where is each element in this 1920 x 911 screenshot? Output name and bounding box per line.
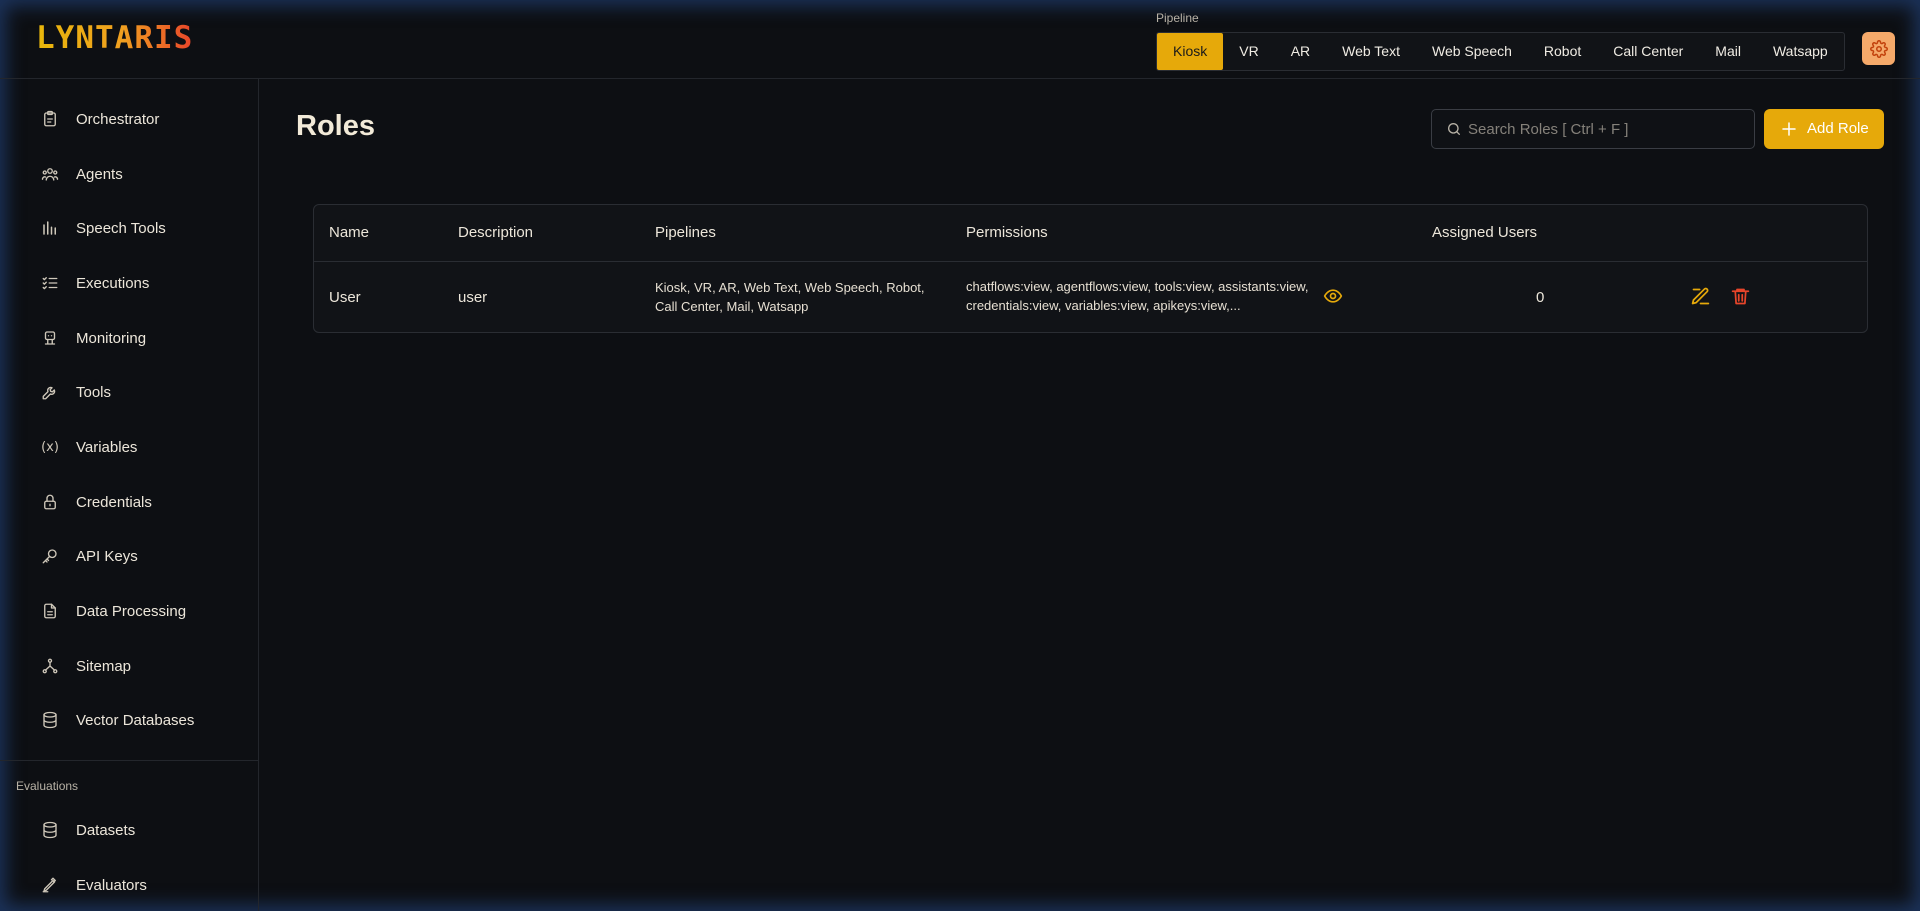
sidebar-item-credentials[interactable]: Credentials [0,480,258,524]
sidebar-item-executions[interactable]: Executions [0,261,258,305]
key-icon [40,546,60,566]
section-label-evaluations: Evaluations [16,779,79,793]
roles-table: Name Description Pipelines Permissions A… [313,204,1868,333]
column-header-description[interactable]: Description [458,224,533,241]
sidebar: Orchestrator Agents Speech Tools Executi… [0,79,259,911]
sidebar-item-label: Evaluators [76,876,147,894]
role-name: User [329,289,361,306]
role-description: user [458,289,488,306]
sidebar-item-monitoring[interactable]: Monitoring [0,316,258,360]
column-header-permissions[interactable]: Permissions [966,224,1048,241]
sidebar-item-label: Agents [76,165,123,183]
sidebar-item-sitemap[interactable]: Sitemap [0,644,258,688]
sidebar-item-label: Datasets [76,821,136,839]
sidebar-item-label: API Keys [76,547,138,565]
users-icon [40,164,60,184]
eye-icon [1323,289,1343,303]
column-header-assigned-users[interactable]: Assigned Users [1432,224,1537,241]
logo: LYNTARIS [36,20,194,56]
pipelines-line: Kiosk, VR, AR, Web Text, Web Speech, Rob… [655,280,925,295]
sidebar-item-agents[interactable]: Agents [0,152,258,196]
sidebar-item-data-processing[interactable]: Data Processing [0,589,258,633]
sidebar-item-label: Variables [76,438,138,456]
sidebar-item-label: Vector Databases [76,711,195,729]
trash-icon [1731,288,1750,305]
pipeline-tab-web-text[interactable]: Web Text [1326,33,1416,70]
sitemap-icon [40,656,60,676]
pipeline-tab-vr[interactable]: VR [1223,33,1274,70]
pipeline-tab-kiosk[interactable]: Kiosk [1157,33,1224,70]
permissions-line: chatflows:view, agentflows:view, tools:v… [966,279,1309,294]
search-input[interactable] [1468,118,1743,140]
robot-icon [40,328,60,348]
table-header: Name Description Pipelines Permissions A… [314,205,1867,262]
gear-icon [1869,39,1888,58]
column-header-pipelines[interactable]: Pipelines [655,224,716,241]
plus-icon [1780,120,1798,143]
database-icon [40,820,60,840]
pipelines-line: Call Center, Mail, Watsapp [655,299,809,314]
edit-icon [1691,287,1710,305]
search-icon [1446,121,1462,142]
sidebar-item-label: Data Processing [76,602,187,620]
sidebar-item-variables[interactable]: (x) Variables [0,425,258,469]
edit-role-button[interactable] [1690,286,1711,307]
permissions-line: credentials:view, variables:view, apikey… [966,298,1241,313]
pipeline-tab-ar[interactable]: AR [1275,33,1326,70]
sidebar-item-label: Orchestrator [76,110,160,128]
assigned-users-count: 0 [1536,289,1545,306]
clipboard-icon [40,109,60,129]
lock-icon [40,492,60,512]
sidebar-item-label: Speech Tools [76,219,166,237]
sidebar-item-tools[interactable]: Tools [0,370,258,414]
pipeline-tabs: Kiosk VR AR Web Text Web Speech Robot Ca… [1156,32,1845,71]
sidebar-item-evaluators[interactable]: Evaluators [0,863,258,907]
sidebar-item-label: Monitoring [76,329,147,347]
sidebar-item-datasets[interactable]: Datasets [0,808,258,852]
sidebar-item-label: Tools [76,383,112,401]
pipeline-tab-call-center[interactable]: Call Center [1597,33,1699,70]
top-header: LYNTARIS Pipeline Kiosk VR AR Web Text W… [0,0,1920,79]
page-title: Roles [296,110,375,142]
delete-role-button[interactable] [1730,286,1751,307]
pen-ruler-icon [40,875,60,895]
wrench-icon [40,382,60,402]
pipeline-tab-web-speech[interactable]: Web Speech [1416,33,1528,70]
sidebar-item-label: Credentials [76,493,152,511]
column-header-name[interactable]: Name [329,224,369,241]
pipeline-label: Pipeline [1156,11,1199,25]
add-role-button[interactable]: Add Role [1764,109,1884,149]
app-frame: LYNTARIS Pipeline Kiosk VR AR Web Text W… [0,0,1920,911]
role-pipelines: Kiosk, VR, AR, Web Text, Web Speech, Rob… [655,278,925,316]
view-permissions-button[interactable] [1323,286,1343,306]
table-row: User user Kiosk, VR, AR, Web Text, Web S… [314,262,1867,333]
sidebar-divider [0,760,258,761]
sidebar-item-label: Executions [76,274,150,292]
database-icon [40,710,60,730]
settings-button[interactable] [1862,32,1895,65]
variable-icon: (x) [41,439,59,455]
sidebar-item-orchestrator[interactable]: Orchestrator [0,97,258,141]
sidebar-item-label: Sitemap [76,657,132,675]
pipeline-tab-robot[interactable]: Robot [1528,33,1597,70]
role-permissions: chatflows:view, agentflows:view, tools:v… [966,277,1309,315]
pipeline-tab-watsapp[interactable]: Watsapp [1757,33,1844,70]
sidebar-item-speech-tools[interactable]: Speech Tools [0,206,258,250]
sidebar-item-api-keys[interactable]: API Keys [0,534,258,578]
list-check-icon [40,273,60,293]
search-box [1431,109,1755,149]
bars-chart-icon [40,218,60,238]
sidebar-item-vector-databases[interactable]: Vector Databases [0,698,258,742]
document-icon [40,601,60,621]
pipeline-tab-mail[interactable]: Mail [1699,33,1757,70]
add-role-label: Add Role [1807,120,1869,137]
